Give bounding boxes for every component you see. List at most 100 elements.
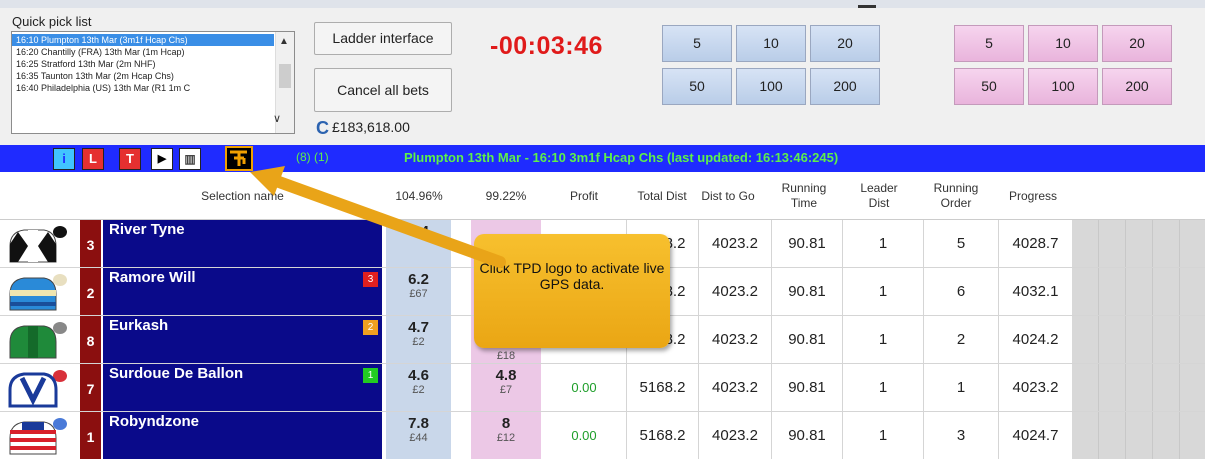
stake-lay-button[interactable]: 5 xyxy=(954,25,1024,62)
stake-back-button[interactable]: 5 xyxy=(662,25,732,62)
profit-cell: 0.00 xyxy=(571,428,597,443)
back-price: 7.8 xyxy=(408,415,429,432)
running-time-cell: 90.81 xyxy=(771,268,842,315)
quick-pick-item[interactable]: 16:40 Philadelphia (US) 13th Mar (R1 1m … xyxy=(12,82,274,94)
stake-lay-button[interactable]: 50 xyxy=(954,68,1024,105)
jockey-silk-icon xyxy=(9,322,67,359)
lay-price-cell[interactable]: 8 £12 xyxy=(471,412,541,459)
header-running-order: Running Order xyxy=(933,181,979,210)
progress-track xyxy=(1072,316,1205,363)
info-icon[interactable]: i xyxy=(53,148,75,170)
t-toggle-icon[interactable]: T xyxy=(119,148,141,170)
back-price-cell[interactable]: 4.7 £2 xyxy=(386,316,451,363)
progress-track xyxy=(1072,268,1205,315)
tpd-hint-callout: Click TPD logo to activate live GPS data… xyxy=(474,234,670,348)
progress-cell: 4024.2 xyxy=(998,316,1072,363)
stake-lay-button[interactable]: 100 xyxy=(1028,68,1098,105)
runner-number: 8 xyxy=(80,316,101,363)
back-amount: £2 xyxy=(412,336,425,348)
jockey-silk-icon xyxy=(8,370,67,408)
stake-back-button[interactable]: 200 xyxy=(810,68,880,105)
running-order-cell: 2 xyxy=(923,316,998,363)
tpd-logo-icon-glyph xyxy=(230,150,247,166)
back-price-cell[interactable]: 4.6 £2 xyxy=(386,364,451,411)
quick-pick-item[interactable]: 16:35 Taunton 13th Mar (2m Hcap Chs) xyxy=(12,70,274,82)
runner-name-cell[interactable]: River Tyne xyxy=(103,220,382,267)
race-counts: (8) (1) xyxy=(296,150,329,164)
quick-pick-item[interactable]: 16:25 Stratford 13th Mar (2m NHF) xyxy=(12,58,274,70)
chart-icon[interactable]: ▥ xyxy=(179,148,201,170)
header-leader-dist: Leader Dist xyxy=(860,181,898,210)
runner-number: 3 xyxy=(80,220,101,267)
runner-name-cell[interactable]: Robyndzone xyxy=(103,412,382,459)
progress-track xyxy=(1072,364,1205,411)
refresh-icon[interactable]: C xyxy=(316,118,329,138)
runner-number: 7 xyxy=(80,364,101,411)
running-time-cell: 90.81 xyxy=(771,220,842,267)
dist-to-go-cell: 4023.2 xyxy=(698,412,771,459)
progress-cell: 4032.1 xyxy=(998,268,1072,315)
chevron-down-icon[interactable]: ∨ xyxy=(268,110,286,128)
header-selection-name[interactable]: Selection name xyxy=(103,173,382,219)
runner-name-cell[interactable]: Ramore Will 3 xyxy=(103,268,382,315)
chevron-up-icon[interactable]: ▲ xyxy=(279,36,289,47)
l-toggle-icon[interactable]: L xyxy=(82,148,104,170)
runner-row[interactable]: 1 Robyndzone 7.8 £44 8 £12 0.00 5168.2 402… xyxy=(0,412,1205,459)
running-time-cell: 90.81 xyxy=(771,316,842,363)
lay-amount: £18 xyxy=(496,350,516,362)
stake-lay-button[interactable]: 10 xyxy=(1028,25,1098,62)
stake-back-button[interactable]: 20 xyxy=(810,25,880,62)
leader-dist-cell: 1 xyxy=(842,412,923,459)
scrollbar-thumb[interactable] xyxy=(279,64,291,88)
top-strip xyxy=(0,0,1205,8)
back-price-cell[interactable]: 8.4 xyxy=(386,220,451,267)
tpd-logo-icon[interactable] xyxy=(225,146,253,171)
leader-dist-cell: 1 xyxy=(842,364,923,411)
race-title: Plumpton 13th Mar - 16:10 3m1f Hcap Chs … xyxy=(404,150,839,165)
dist-to-go-cell: 4023.2 xyxy=(698,268,771,315)
back-amount: £44 xyxy=(409,432,428,444)
runner-name: Surdoue De Ballon xyxy=(109,365,244,382)
minimize-mark xyxy=(858,5,876,8)
header-back-book: 104.96% xyxy=(395,188,443,203)
back-price-cell[interactable]: 7.8 £44 xyxy=(386,412,451,459)
lay-price-cell[interactable]: 4.8 £7 xyxy=(471,364,541,411)
play-video-icon[interactable]: ▶ xyxy=(151,148,173,170)
runner-name: Ramore Will xyxy=(109,269,196,286)
stake-lay-button[interactable]: 200 xyxy=(1102,68,1172,105)
lay-amount: £12 xyxy=(496,432,516,444)
back-amount: £2 xyxy=(412,384,425,396)
dist-to-go-cell: 4023.2 xyxy=(698,316,771,363)
back-price: 8.4 xyxy=(408,223,429,240)
header-profit: Profit xyxy=(569,188,598,203)
runner-name-cell[interactable]: Eurkash 2 xyxy=(103,316,382,363)
balance-value: £183,618.00 xyxy=(332,119,410,135)
lay-amount: £7 xyxy=(499,384,513,396)
leader-dist-cell: 1 xyxy=(842,220,923,267)
stake-back-button[interactable]: 50 xyxy=(662,68,732,105)
runner-name: Robyndzone xyxy=(109,413,199,430)
quick-pick-list[interactable]: 16:10 Plumpton 13th Mar (3m1f Hcap Chs) … xyxy=(11,31,295,134)
app-window: Quick pick list 16:10 Plumpton 13th Mar … xyxy=(0,0,1205,459)
back-price-cell[interactable]: 6.2 £67 xyxy=(386,268,451,315)
stake-back-button[interactable]: 100 xyxy=(736,68,806,105)
ladder-interface-button[interactable]: Ladder interface xyxy=(314,22,452,55)
cancel-all-bets-button[interactable]: Cancel all bets xyxy=(314,68,452,112)
runner-row[interactable]: 7 Surdoue De Ballon 1 4.6 £2 4.8 £7 0.00 51… xyxy=(0,364,1205,412)
progress-track xyxy=(1072,412,1205,459)
total-dist-cell: 5168.2 xyxy=(626,364,698,411)
quick-pick-label: Quick pick list xyxy=(12,14,92,29)
progress-cell: 4028.7 xyxy=(998,220,1072,267)
header-lay-book: 99.22% xyxy=(485,188,527,203)
runner-name: Eurkash xyxy=(109,317,169,334)
running-order-cell: 3 xyxy=(923,412,998,459)
quick-pick-item[interactable]: 16:20 Chantilly (FRA) 13th Mar (1m Hcap) xyxy=(12,46,274,58)
lay-price: 8 xyxy=(501,415,511,432)
stake-lay-button[interactable]: 20 xyxy=(1102,25,1172,62)
back-price: 4.7 xyxy=(408,319,429,336)
back-price: 4.6 xyxy=(408,367,429,384)
quick-pick-item[interactable]: 16:10 Plumpton 13th Mar (3m1f Hcap Chs) xyxy=(12,34,274,46)
back-amount: £67 xyxy=(409,288,428,300)
stake-back-button[interactable]: 10 xyxy=(736,25,806,62)
runner-name-cell[interactable]: Surdoue De Ballon 1 xyxy=(103,364,382,411)
